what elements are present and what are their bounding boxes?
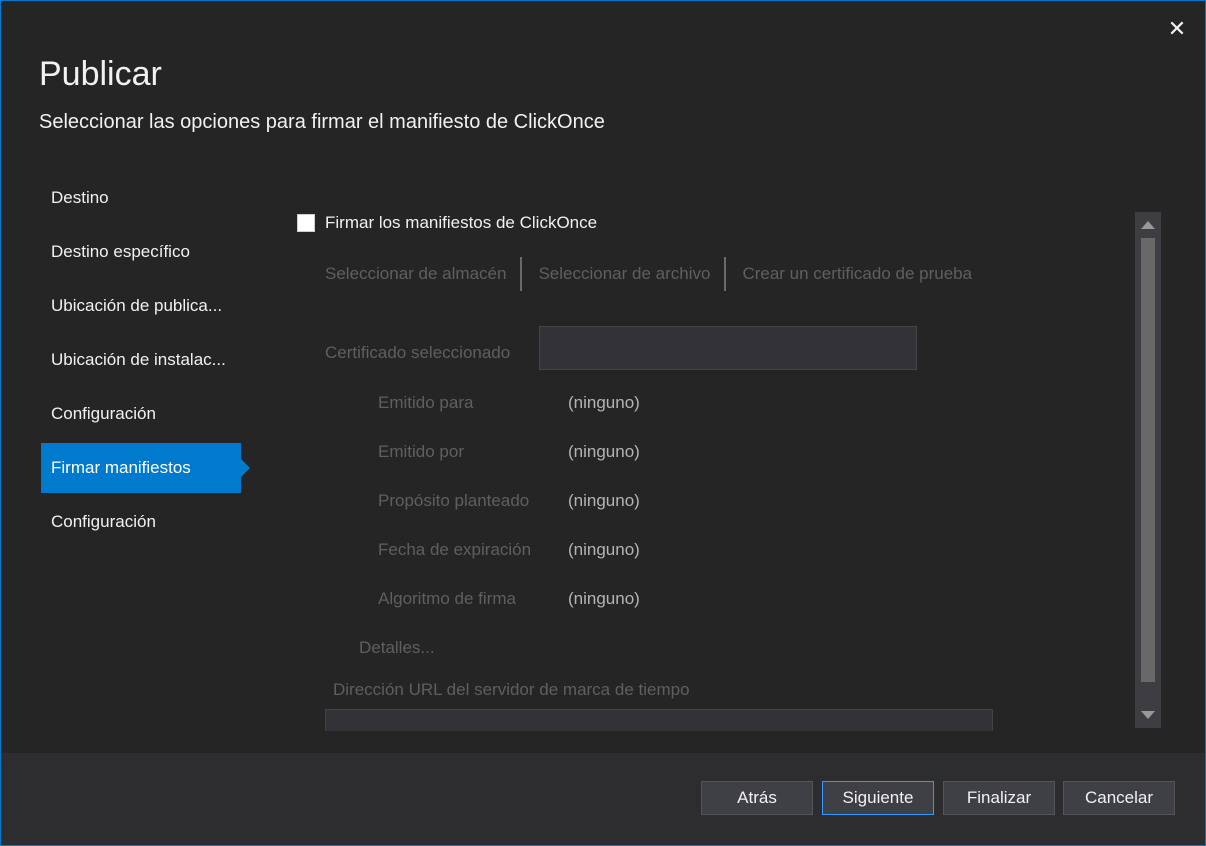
next-button[interactable]: Siguiente: [822, 781, 934, 815]
scroll-up-icon[interactable]: [1141, 221, 1155, 229]
nav-item-ubicacion-instalacion[interactable]: Ubicación de instalac...: [41, 335, 241, 385]
detail-row-expiration-date: Fecha de expiración (ninguno): [378, 540, 640, 560]
nav-item-destino[interactable]: Destino: [41, 173, 241, 223]
detail-label: Fecha de expiración: [378, 540, 532, 559]
nav-item-configuracion[interactable]: Configuración: [41, 389, 241, 439]
sign-manifests-checkbox-row[interactable]: Firmar los manifiestos de ClickOnce: [297, 213, 597, 233]
detail-value: (ninguno): [568, 540, 640, 559]
publish-dialog: ✕ Publicar Seleccionar las opciones para…: [0, 0, 1206, 846]
detail-row-issued-by: Emitido por (ninguno): [378, 442, 640, 462]
dialog-title: Publicar: [39, 55, 162, 93]
detail-value: (ninguno): [568, 393, 640, 412]
wizard-nav: Destino Destino específico Ubicación de …: [41, 173, 253, 551]
sign-manifests-label: Firmar los manifiestos de ClickOnce: [325, 213, 598, 232]
detail-label: Propósito planteado: [378, 491, 530, 510]
dialog-footer: Atrás Siguiente Finalizar Cancelar: [1, 753, 1205, 845]
nav-item-configuracion-2[interactable]: Configuración: [41, 497, 241, 547]
dialog-subtitle: Seleccionar las opciones para firmar el …: [39, 111, 605, 133]
nav-item-destino-especifico[interactable]: Destino específico: [41, 227, 241, 277]
vertical-scrollbar[interactable]: [1135, 212, 1161, 728]
certificate-source-options: Seleccionar de almacén Seleccionar de ar…: [325, 257, 986, 291]
detail-row-intended-purpose: Propósito planteado (ninguno): [378, 491, 640, 511]
scroll-thumb[interactable]: [1141, 238, 1155, 682]
sign-manifests-checkbox[interactable]: [297, 214, 315, 232]
close-icon[interactable]: ✕: [1165, 17, 1189, 41]
selected-certificate-label: Certificado seleccionado: [325, 343, 511, 362]
cancel-button[interactable]: Cancelar: [1063, 781, 1175, 815]
detail-label: Emitido por: [378, 442, 464, 461]
detail-label: Emitido para: [378, 393, 474, 412]
detail-label: Algoritmo de firma: [378, 589, 516, 608]
detail-value: (ninguno): [568, 442, 640, 461]
detail-row-issued-to: Emitido para (ninguno): [378, 393, 640, 413]
finish-button[interactable]: Finalizar: [943, 781, 1055, 815]
create-test-certificate-button[interactable]: Crear un certificado de prueba: [742, 264, 986, 284]
select-from-store-button[interactable]: Seleccionar de almacén: [325, 264, 520, 284]
select-from-file-button[interactable]: Seleccionar de archivo: [538, 264, 724, 284]
details-button[interactable]: Detalles...: [359, 638, 435, 658]
detail-value: (ninguno): [568, 589, 640, 608]
separator: [724, 257, 727, 291]
detail-row-signature-algorithm: Algoritmo de firma (ninguno): [378, 589, 640, 609]
detail-value: (ninguno): [568, 491, 640, 510]
timestamp-server-input[interactable]: [325, 709, 993, 731]
nav-item-firmar-manifiestos[interactable]: Firmar manifiestos: [41, 443, 250, 493]
selected-certificate-field[interactable]: [539, 326, 917, 370]
separator: [520, 257, 523, 291]
nav-item-ubicacion-publicacion[interactable]: Ubicación de publica...: [41, 281, 241, 331]
scroll-down-icon[interactable]: [1141, 711, 1155, 719]
timestamp-server-label: Dirección URL del servidor de marca de t…: [333, 680, 690, 699]
signing-panel: Firmar los manifiestos de ClickOnce Sele…: [291, 201, 1131, 731]
back-button[interactable]: Atrás: [701, 781, 813, 815]
